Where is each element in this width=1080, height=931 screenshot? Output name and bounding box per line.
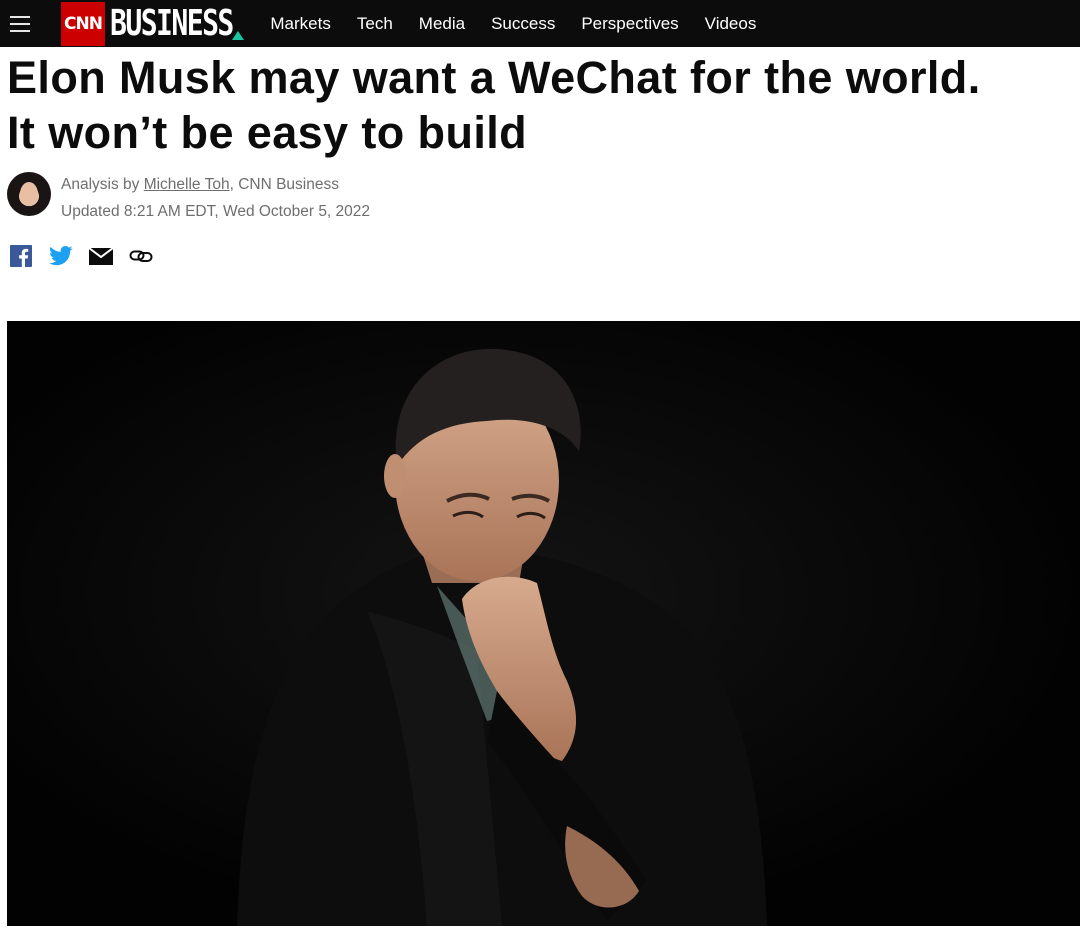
author-avatar[interactable]: [7, 172, 51, 216]
byline-text: Analysis by Michelle Toh, CNN Business U…: [61, 171, 370, 225]
nav-link-perspectives[interactable]: Perspectives: [581, 14, 678, 34]
cnn-logo: CNN: [61, 1, 105, 46]
nav-link-markets[interactable]: Markets: [270, 14, 330, 34]
author-link[interactable]: Michelle Toh: [144, 176, 230, 193]
byline-prefix: Analysis by: [61, 176, 144, 193]
nav-link-media[interactable]: Media: [419, 14, 465, 34]
section-wordmark: BUSINESS: [110, 2, 234, 44]
menu-icon[interactable]: [0, 0, 40, 47]
byline: Analysis by Michelle Toh, CNN Business U…: [7, 172, 370, 225]
nav-link-videos[interactable]: Videos: [705, 14, 757, 34]
byline-author-line: Analysis by Michelle Toh, CNN Business: [61, 171, 370, 198]
hero-image[interactable]: [7, 321, 1080, 926]
logo-accent-triangle: [232, 31, 245, 40]
article-headline: Elon Musk may want a WeChat for the worl…: [7, 50, 1077, 160]
nav-link-success[interactable]: Success: [491, 14, 555, 34]
facebook-icon[interactable]: [9, 245, 33, 267]
updated-timestamp: Updated 8:21 AM EDT, Wed October 5, 2022: [61, 203, 371, 220]
link-icon[interactable]: [129, 246, 153, 266]
nav-link-tech[interactable]: Tech: [357, 14, 393, 34]
headline-line-2: It won’t be easy to build: [7, 107, 528, 158]
share-bar: [9, 245, 169, 267]
email-icon[interactable]: [89, 246, 113, 266]
headline-line-1: Elon Musk may want a WeChat for the worl…: [7, 52, 981, 103]
cnn-business-logo[interactable]: CNN BUSINESS: [61, 0, 245, 47]
twitter-icon[interactable]: [49, 246, 73, 266]
top-nav-bar: CNN BUSINESS Markets Tech Media Success …: [0, 0, 1080, 47]
section-nav: Markets Tech Media Success Perspectives …: [270, 14, 782, 34]
byline-suffix: , CNN Business: [229, 176, 339, 193]
hero-photo-illustration: [7, 321, 1080, 926]
